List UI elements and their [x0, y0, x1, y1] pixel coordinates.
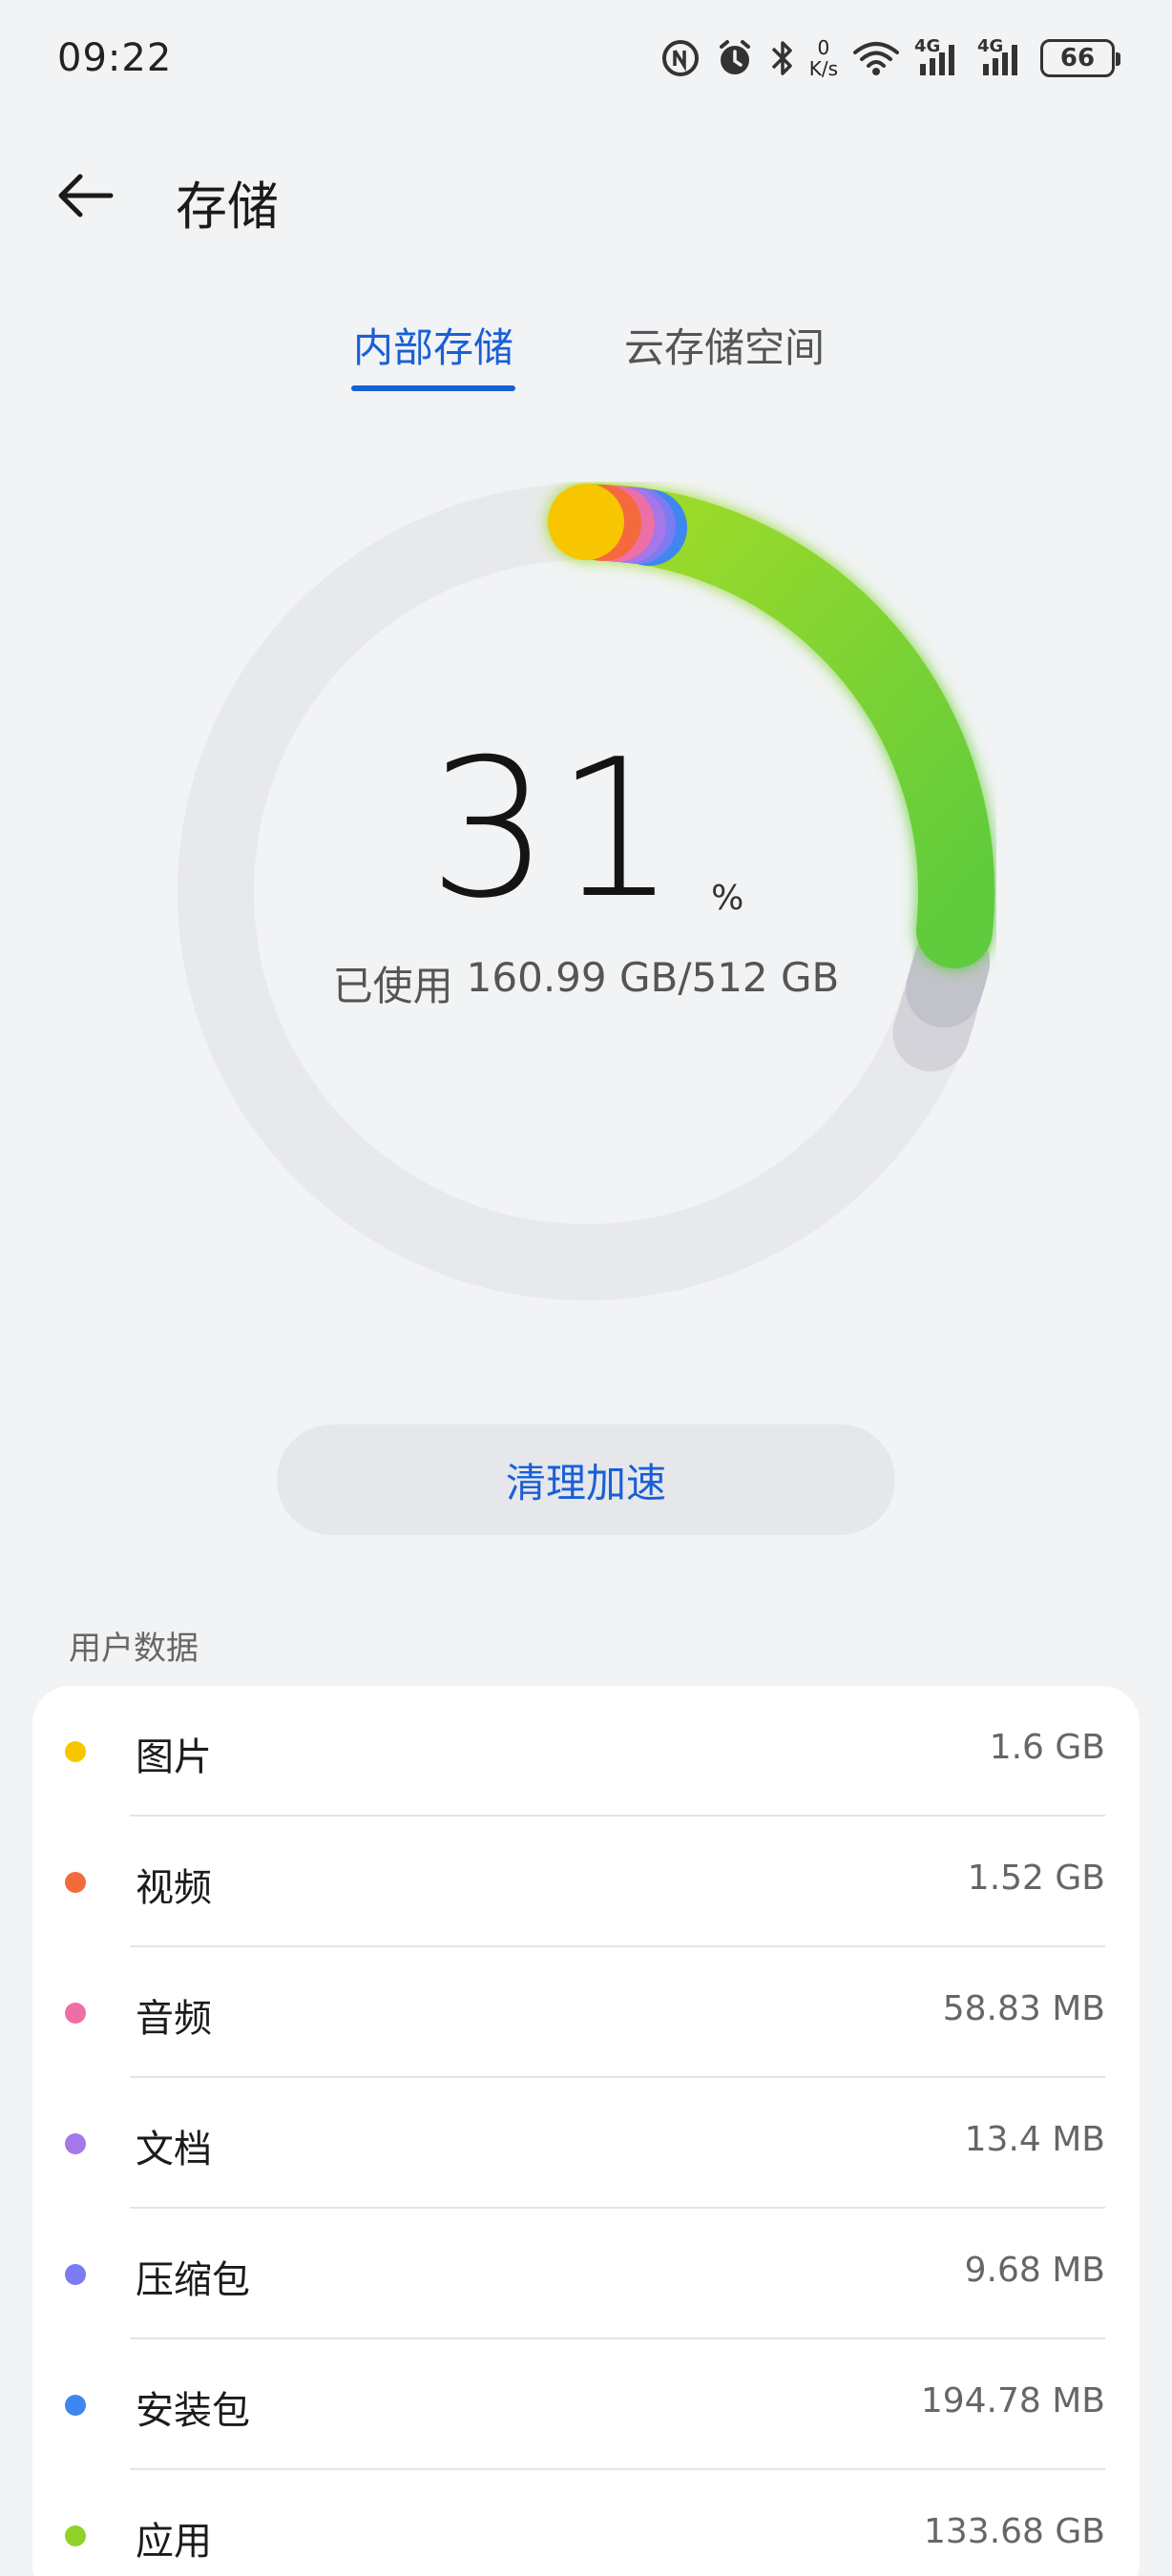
- header: 存储: [0, 143, 1172, 248]
- bluetooth-icon: [769, 32, 796, 84]
- signal-4g-icon-2: 4G: [977, 32, 1027, 84]
- active-tab-indicator: [351, 385, 516, 391]
- item-size: 1.6 GB: [989, 1728, 1105, 1767]
- signal-4g-icon: 4G: [914, 32, 964, 84]
- tab-internal-storage[interactable]: 内部存储: [351, 315, 516, 391]
- item-size: 13.4 MB: [964, 2120, 1105, 2159]
- tab-cloud-storage[interactable]: 云存储空间: [624, 315, 825, 391]
- net-speed-value: 0: [817, 36, 830, 59]
- apps-color-dot: [65, 2525, 86, 2546]
- list-item-documents[interactable]: 文档 13.4 MB: [32, 2078, 1140, 2209]
- clean-accelerate-button[interactable]: 清理加速: [277, 1424, 895, 1535]
- user-data-card: 图片 1.6 GB 视频 1.52 GB 音频 58.83 MB 文档 13.4…: [32, 1686, 1140, 2576]
- signal-2-label: 4G: [977, 36, 1004, 56]
- back-arrow-icon: [58, 174, 114, 218]
- ring-center: 31 % 已使用 160.99 GB/512 GB: [176, 482, 996, 1302]
- archives-color-dot: [65, 2264, 86, 2285]
- item-label: 安装包: [136, 2389, 250, 2433]
- item-label: 应用: [136, 2520, 212, 2564]
- list-item-apps[interactable]: 应用 133.68 GB: [32, 2470, 1140, 2576]
- used-label: 已使用: [332, 962, 453, 1009]
- usage-percent-row: 31 %: [428, 717, 744, 941]
- alarm-icon: [714, 32, 756, 84]
- images-color-dot: [65, 1741, 86, 1762]
- documents-color-dot: [65, 2133, 86, 2154]
- item-label: 文档: [136, 2128, 212, 2171]
- page-title: 存储: [176, 177, 279, 237]
- item-label: 音频: [136, 1997, 212, 2041]
- network-speed: 0 K/s: [809, 32, 838, 84]
- list-item-installers[interactable]: 安装包 194.78 MB: [32, 2339, 1140, 2470]
- item-size: 58.83 MB: [942, 1989, 1105, 2028]
- audio-color-dot: [65, 2003, 86, 2024]
- installers-color-dot: [65, 2395, 86, 2416]
- list-item-videos[interactable]: 视频 1.52 GB: [32, 1817, 1140, 1947]
- storage-page: 09:22 0 K/s 4G 4G 66 存储 内部存储 云存储空间 31 % …: [0, 0, 1172, 2576]
- item-size: 9.68 MB: [964, 2251, 1105, 2290]
- status-bar: 09:22 0 K/s 4G 4G 66: [0, 0, 1172, 114]
- tab-cloud-storage-label: 云存储空间: [624, 324, 826, 371]
- nfc-icon: [660, 32, 701, 84]
- item-size: 133.68 GB: [923, 2512, 1105, 2551]
- tab-internal-storage-label: 内部存储: [353, 324, 514, 371]
- status-time: 09:22: [57, 36, 173, 80]
- battery-icon: 66: [1040, 32, 1120, 84]
- item-label: 图片: [136, 1735, 212, 1779]
- storage-tabs: 内部存储 云存储空间: [0, 315, 1172, 401]
- used-capacity: 已使用 160.99 GB/512 GB: [333, 954, 840, 1012]
- net-speed-unit: K/s: [808, 57, 838, 80]
- used-amount: 160.99 GB/512 GB: [466, 953, 840, 1001]
- list-item-archives[interactable]: 压缩包 9.68 MB: [32, 2209, 1140, 2339]
- signal-1-label: 4G: [914, 36, 941, 56]
- storage-usage-ring: 31 % 已使用 160.99 GB/512 GB: [176, 482, 996, 1302]
- battery-level: 66: [1040, 39, 1120, 77]
- item-label: 压缩包: [136, 2258, 250, 2302]
- item-size: 1.52 GB: [967, 1859, 1105, 1898]
- back-button[interactable]: [55, 162, 141, 229]
- list-item-audio[interactable]: 音频 58.83 MB: [32, 1947, 1140, 2078]
- section-label-user-data: 用户数据: [69, 1630, 199, 1668]
- item-size: 194.78 MB: [920, 2381, 1105, 2420]
- status-icons: 0 K/s 4G 4G 66: [660, 32, 1120, 84]
- wifi-icon: [851, 32, 901, 84]
- list-item-images[interactable]: 图片 1.6 GB: [32, 1686, 1140, 1817]
- item-label: 视频: [136, 1866, 212, 1910]
- usage-percent-sign: %: [711, 878, 744, 918]
- videos-color-dot: [65, 1872, 86, 1893]
- usage-percent: 31: [428, 717, 683, 941]
